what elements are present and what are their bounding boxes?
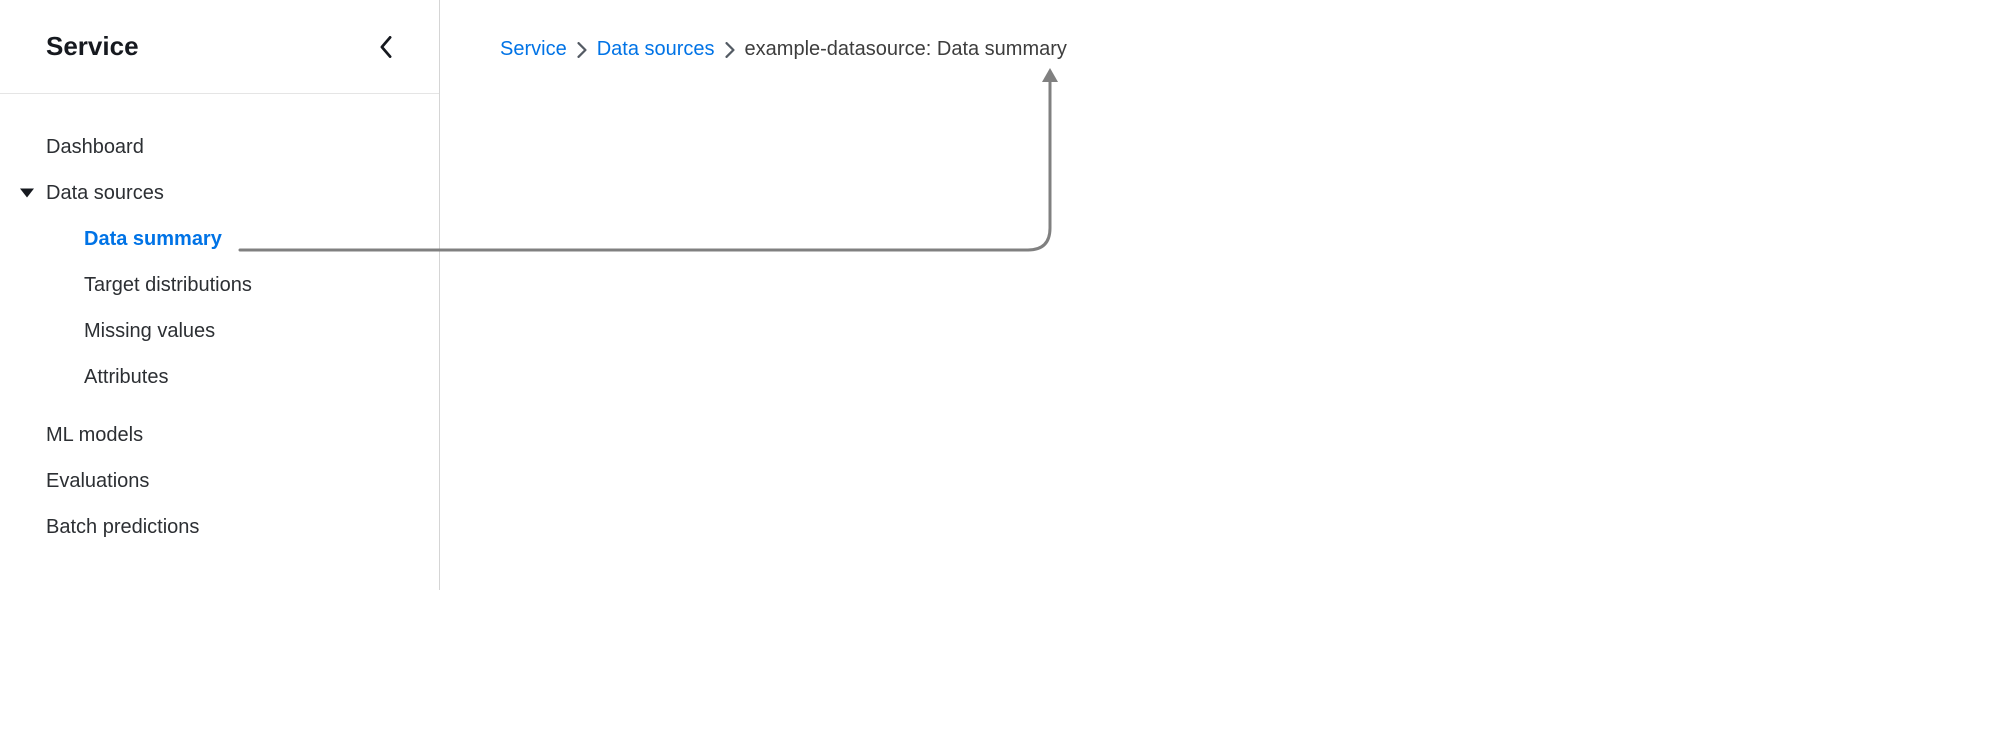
sidebar-item-target-distributions[interactable]: Target distributions [38,262,439,308]
sidebar-title: Service [46,31,139,62]
breadcrumb-service[interactable]: Service [500,38,567,61]
breadcrumb-current: example-datasource: Data summary [745,38,1067,61]
sidebar-nav: Dashboard Data sources Data summary Targ… [0,94,439,550]
sidebar-item-label: Data sources [46,182,164,204]
breadcrumb: Service Data sources example-datasource:… [500,38,1067,61]
sidebar-header: Service [0,0,439,94]
sidebar-item-data-summary[interactable]: Data summary [38,216,439,262]
collapse-sidebar-button[interactable] [373,34,399,60]
data-sources-subnav: Data summary Target distributions Missin… [0,216,439,400]
sidebar-item-ml-models[interactable]: ML models [0,412,439,458]
sidebar-item-missing-values[interactable]: Missing values [38,308,439,354]
sidebar: Service Dashboard Data sources Data summ… [0,0,440,590]
caret-down-icon [20,189,34,198]
chevron-right-icon [577,42,587,58]
chevron-left-icon [379,36,393,58]
sidebar-item-evaluations[interactable]: Evaluations [0,458,439,504]
breadcrumb-data-sources[interactable]: Data sources [597,38,715,61]
sidebar-item-attributes[interactable]: Attributes [38,354,439,400]
sidebar-item-data-sources[interactable]: Data sources [0,170,439,216]
sidebar-item-dashboard[interactable]: Dashboard [0,124,439,170]
chevron-right-icon [725,42,735,58]
sidebar-item-batch-predictions[interactable]: Batch predictions [0,504,439,550]
